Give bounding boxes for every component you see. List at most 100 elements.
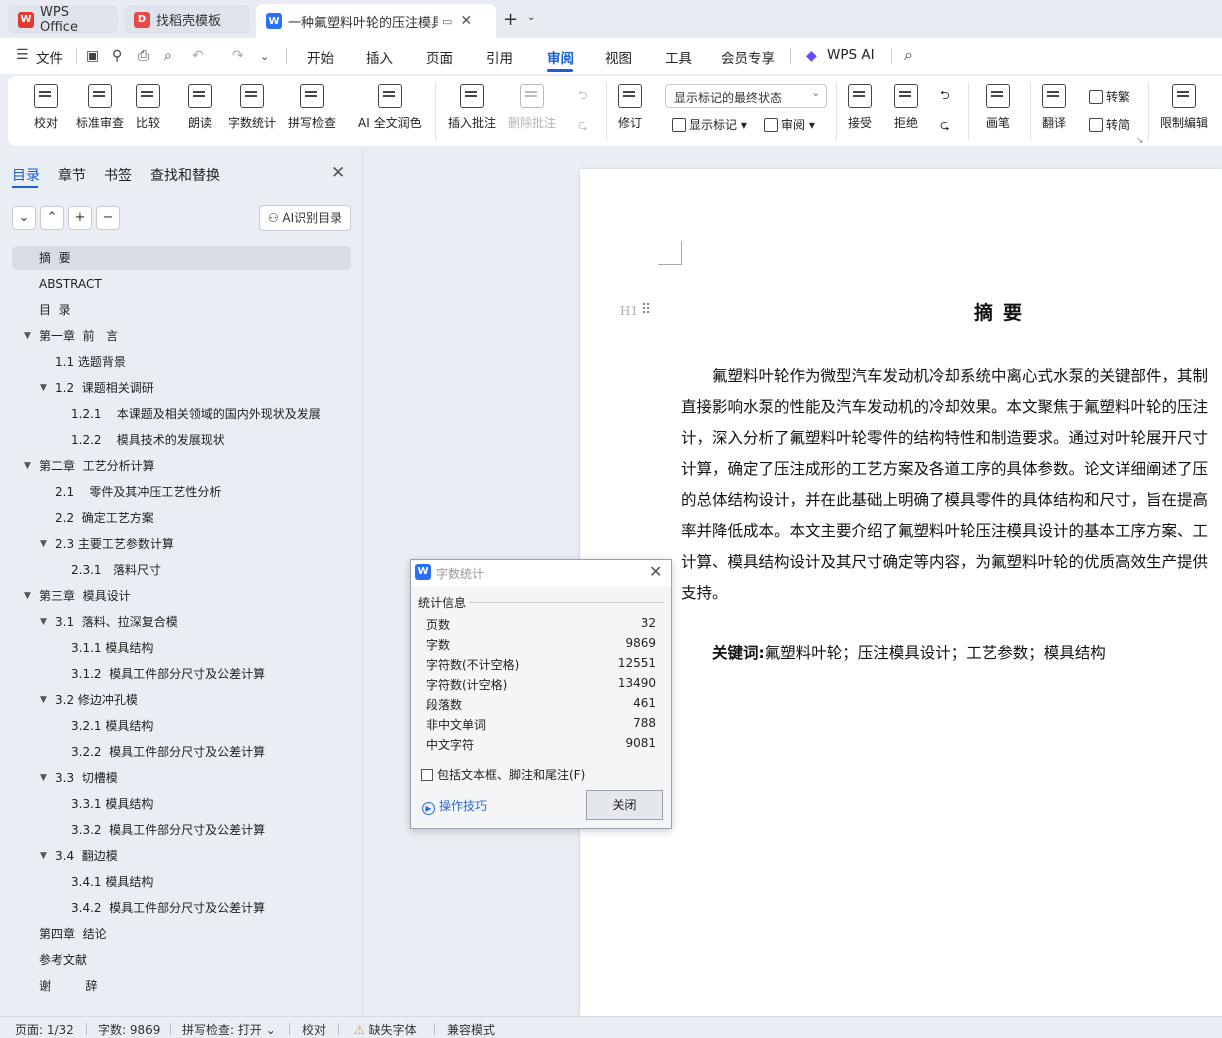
toc-item[interactable]: 3.2.2 模具工件部分尺寸及公差计算	[0, 740, 350, 764]
pen-button[interactable]: 画笔	[986, 84, 1010, 131]
toc-item[interactable]: 谢 辞	[0, 974, 350, 998]
hamburger-icon[interactable]: ☰	[16, 47, 29, 63]
plus-icon[interactable]: +	[68, 206, 92, 230]
toc-item[interactable]: 3.2.1 模具结构	[0, 714, 350, 738]
chevron-down-icon[interactable]: ⌄	[527, 12, 535, 23]
menu-wps-ai[interactable]: WPS AI	[827, 47, 875, 63]
toc-item[interactable]: 2.2 确定工艺方案	[0, 506, 350, 530]
toc-item[interactable]: 摘 要	[12, 246, 351, 270]
menu-file[interactable]: 文件	[36, 47, 63, 67]
dialog-title-bar[interactable]: W 字数统计 ✕	[411, 560, 671, 586]
expand-triangle-icon[interactable]: ▼	[40, 532, 47, 556]
tab-bookmarks[interactable]: 书签	[104, 165, 132, 185]
toc-item[interactable]: 1.1 选题背景	[0, 350, 350, 374]
expand-triangle-icon[interactable]: ▼	[40, 610, 47, 634]
menu-home[interactable]: 开始	[307, 47, 334, 67]
toc-item[interactable]: ▼ 2.3 主要工艺参数计算	[0, 532, 350, 556]
markup-state-select[interactable]: 显示标记的最终状态 ⌄	[665, 84, 827, 108]
toc-item[interactable]: ▼ 第三章 模具设计	[0, 584, 350, 608]
toc-item[interactable]: 3.3.2 模具工件部分尺寸及公差计算	[0, 818, 350, 842]
drag-handle-icon[interactable]: ⠿	[641, 302, 651, 318]
word-count-indicator[interactable]: 字数: 9869	[98, 1021, 160, 1038]
insert-comment-button[interactable]: 插入批注	[448, 84, 496, 131]
include-textbox-checkbox[interactable]: 包括文本框、脚注和尾注(F)	[421, 766, 585, 783]
proofread-indicator[interactable]: 校对	[302, 1021, 326, 1038]
reject-button[interactable]: 拒绝	[894, 84, 918, 131]
menu-insert[interactable]: 插入	[366, 47, 393, 67]
toc-item[interactable]: ▼ 3.1 落料、拉深复合模	[0, 610, 350, 634]
spell-check-indicator[interactable]: 拼写检查: 打开 ⌄	[182, 1021, 276, 1038]
toc-item[interactable]: ▼ 第二章 工艺分析计算	[0, 454, 350, 478]
expand-triangle-icon[interactable]: ▼	[24, 454, 31, 478]
word-count-button[interactable]: 字数统计	[228, 84, 276, 131]
read-aloud-button[interactable]: 朗读	[188, 84, 212, 131]
toc-item[interactable]: 3.3.1 模具结构	[0, 792, 350, 816]
translate-button[interactable]: 翻译	[1042, 84, 1066, 131]
search-icon[interactable]: ⌕	[904, 45, 913, 65]
next-comment-icon[interactable]: ⮎	[578, 116, 588, 137]
expand-triangle-icon[interactable]: ▼	[40, 766, 47, 790]
close-button[interactable]: 关闭	[586, 790, 663, 820]
standard-review-button[interactable]: 标准审查	[76, 84, 124, 131]
undo-icon[interactable]: ↶	[192, 48, 204, 64]
to-traditional-button[interactable]: 转繁	[1089, 88, 1130, 105]
print-preview-icon[interactable]: ⌕	[164, 48, 172, 64]
accept-button[interactable]: 接受	[848, 84, 872, 131]
tab-sections[interactable]: 章节	[58, 165, 86, 185]
toc-item[interactable]: 1.2.2 模具技术的发展现状	[0, 428, 350, 452]
delete-comment-button[interactable]: 删除批注	[508, 84, 556, 131]
ai-polish-button[interactable]: AI 全文润色	[358, 84, 422, 131]
tab-wps-office[interactable]: W WPS Office	[8, 5, 118, 35]
proofread-button[interactable]: 校对	[34, 84, 58, 131]
expand-triangle-icon[interactable]: ▼	[24, 584, 31, 608]
compare-button[interactable]: 比较	[136, 84, 160, 131]
tab-toc[interactable]: 目录	[12, 165, 40, 185]
ai-toc-button[interactable]: ⚇ AI识别目录	[259, 205, 351, 231]
tab-template-store[interactable]: D 找稻壳模板	[124, 5, 250, 34]
show-markup-button[interactable]: 显示标记 ▾	[672, 116, 747, 133]
page-indicator[interactable]: 页面: 1/32	[15, 1021, 74, 1038]
spell-check-button[interactable]: 拼写检查	[288, 84, 336, 131]
tips-link[interactable]: ▶ 操作技巧	[422, 797, 487, 815]
menu-view[interactable]: 视图	[605, 47, 632, 67]
collapse-chevron-down-icon[interactable]: ⌄	[12, 206, 36, 230]
toc-item[interactable]: ▼ 3.4 翻边模	[0, 844, 350, 868]
expand-corner-icon[interactable]: ↘	[1136, 136, 1144, 146]
redo-icon[interactable]: ↷	[232, 48, 244, 64]
next-change-icon[interactable]: ⮎	[940, 116, 950, 137]
toc-item[interactable]: 2.3.1 落料尺寸	[0, 558, 350, 582]
menu-tools[interactable]: 工具	[665, 47, 692, 67]
plus-icon[interactable]: +	[503, 9, 518, 30]
to-simplified-button[interactable]: 转简	[1089, 116, 1130, 133]
menu-references[interactable]: 引用	[486, 47, 513, 67]
toc-item[interactable]: 3.1.1 模具结构	[0, 636, 350, 660]
toc-item[interactable]: 3.4.2 模具工件部分尺寸及公差计算	[0, 896, 350, 920]
menu-review[interactable]: 审阅	[547, 47, 574, 67]
toc-item[interactable]: ▼ 1.2 课题相关调研	[0, 376, 350, 400]
close-icon[interactable]: ✕	[649, 562, 662, 581]
menu-page[interactable]: 页面	[426, 47, 453, 67]
minus-icon[interactable]: −	[96, 206, 120, 230]
restrict-editing-button[interactable]: 限制编辑	[1160, 84, 1208, 131]
expand-triangle-icon[interactable]: ▼	[40, 688, 47, 712]
document-page[interactable]: H1 ⠿ 摘要 氟塑料叶轮作为微型汽车发动机冷却系统中离心式水泵的关键部件，其制…	[580, 169, 1222, 1016]
close-icon[interactable]: ✕	[460, 13, 472, 29]
chevron-up-icon[interactable]: ⌃	[40, 206, 64, 230]
toc-item[interactable]: ▼ 第一章 前 言	[0, 324, 350, 348]
prev-change-icon[interactable]: ⮌	[940, 86, 950, 107]
tab-find-replace[interactable]: 查找和替换	[150, 165, 220, 185]
toc-item[interactable]: 1.2.1 本课题及相关领域的国内外现状及发展	[0, 402, 350, 426]
toc-item[interactable]: 3.4.1 模具结构	[0, 870, 350, 894]
toc-item[interactable]: 3.1.2 模具工件部分尺寸及公差计算	[0, 662, 350, 686]
toc-item[interactable]: 2.1 零件及其冲压工艺性分析	[0, 480, 350, 504]
track-changes-button[interactable]: 修订	[618, 84, 642, 131]
menu-membership[interactable]: 会员专享	[721, 47, 775, 67]
toc-item[interactable]: 第四章 结论	[0, 922, 350, 946]
missing-font-indicator[interactable]: ⚠ 缺失字体	[354, 1021, 417, 1038]
close-icon[interactable]: ✕	[331, 163, 345, 183]
link-icon[interactable]: ⚲	[112, 48, 122, 64]
toc-item[interactable]: ▼ 3.3 切槽模	[0, 766, 350, 790]
compat-mode-indicator[interactable]: 兼容模式	[447, 1021, 495, 1038]
print-icon[interactable]: ⎙	[138, 48, 149, 64]
chevron-down-icon[interactable]: ⌄	[260, 50, 269, 63]
